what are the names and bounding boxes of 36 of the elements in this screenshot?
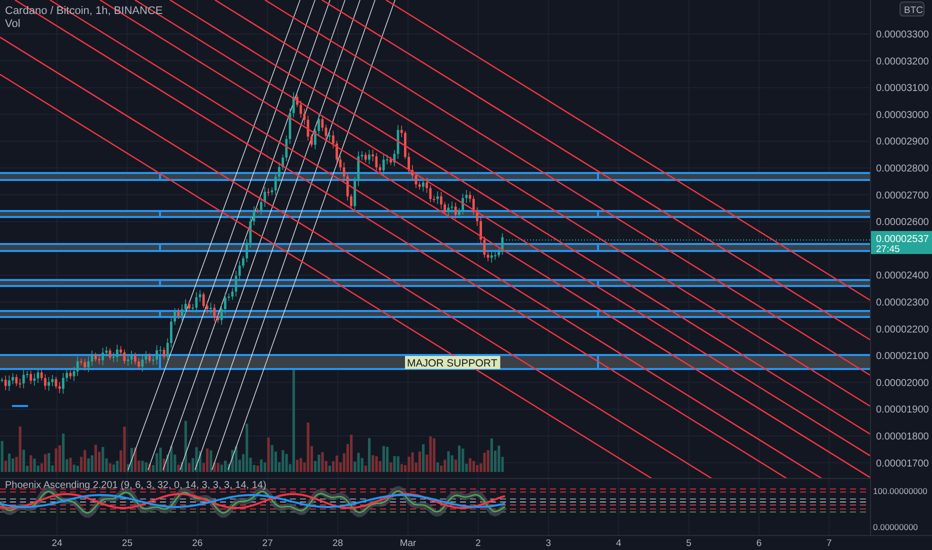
price-label: 0.00002000 xyxy=(876,378,929,389)
price-label: 0.00002100 xyxy=(876,351,929,362)
time-label: 3 xyxy=(546,538,552,549)
time-label: 2 xyxy=(476,538,481,549)
price-label: 0.00003000 xyxy=(876,110,929,121)
zone-label: MAJOR SUPPORT xyxy=(405,356,500,370)
current-price-tag: 0.00002537 27:45 xyxy=(871,231,932,255)
indicator-axis-label: 100.00000000 xyxy=(873,486,928,496)
time-label: 27 xyxy=(262,538,273,549)
price-label: 0.00003200 xyxy=(876,56,929,68)
price-label: 0.00002600 xyxy=(876,217,929,228)
price-label: 0.00002300 xyxy=(876,298,929,308)
time-label: 24 xyxy=(52,538,62,549)
time-label: 28 xyxy=(332,538,344,549)
time-label: Mar xyxy=(400,538,416,549)
price-label: 0.00001900 xyxy=(876,404,929,416)
time-label: 6 xyxy=(756,538,762,549)
price-label: 0.00002800 xyxy=(876,164,929,174)
price-label: 0.00002200 xyxy=(876,324,929,336)
indicator-axis-label: 0.00000000 xyxy=(873,522,918,532)
price-label: 0.00001700 xyxy=(876,458,929,470)
time-label: 7 xyxy=(826,538,832,549)
time-label: 4 xyxy=(616,538,622,549)
time-label: 26 xyxy=(192,538,203,549)
price-label: 0.00003100 xyxy=(876,83,929,94)
price-label: 0.00003300 xyxy=(876,30,929,40)
indicator-title: Phoenix Ascending 2.201 (9, 6, 3, 32, 0, 14, 3, 3, 3, 14, 14) xyxy=(5,480,266,491)
time-label: 5 xyxy=(686,538,692,549)
volume-label: Vol xyxy=(5,18,20,30)
price-label: 0.00002900 xyxy=(876,136,929,148)
time-label: 25 xyxy=(122,538,132,549)
currency-badge[interactable]: BTC xyxy=(900,2,924,16)
price-label: 0.00001800 xyxy=(876,432,929,442)
price-label: 0.00002400 xyxy=(876,270,929,282)
price-label: 0.00002700 xyxy=(876,190,929,202)
marker-line xyxy=(12,405,28,407)
